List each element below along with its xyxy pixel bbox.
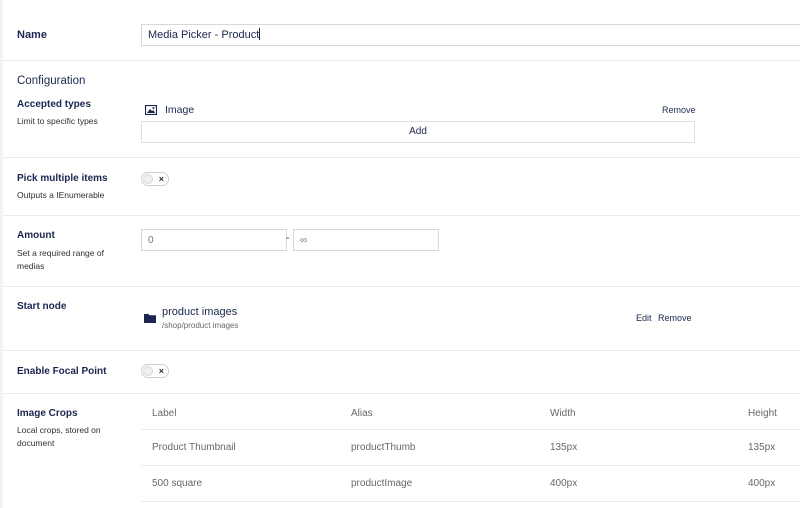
accepted-type-item: Image Remove xyxy=(141,103,701,119)
start-node-path: /shop/product images xyxy=(162,321,239,330)
pick-multiple-row: Pick multiple items Outputs a IEnumerabl… xyxy=(3,158,800,216)
column-header-width: Width xyxy=(550,408,576,419)
accepted-type-name: Image xyxy=(165,104,195,116)
close-icon: × xyxy=(158,366,164,376)
amount-description: Set a required range of medias xyxy=(17,248,104,271)
image-crops-description: Local crops, stored on document xyxy=(17,425,101,448)
folder-icon xyxy=(144,314,156,323)
focal-point-toggle[interactable]: × xyxy=(141,364,169,378)
start-node-title: product images xyxy=(162,306,238,318)
remove-accepted-type-button[interactable]: Remove xyxy=(662,105,696,115)
text-caret xyxy=(259,28,261,40)
crop-alias: productImage xyxy=(351,478,413,489)
image-crops-table: Label Alias Width Height Product Thumbna… xyxy=(141,398,800,502)
image-icon xyxy=(145,105,157,115)
image-crops-label: Image Crops xyxy=(17,408,78,419)
toggle-knob xyxy=(143,174,153,184)
focal-point-row: Enable Focal Point × xyxy=(3,351,800,394)
toggle-knob xyxy=(143,366,153,376)
crop-width: 400px xyxy=(550,478,578,489)
pick-multiple-toggle[interactable]: × xyxy=(141,172,169,186)
accepted-types-label: Accepted types xyxy=(17,99,91,110)
crop-label: 500 square xyxy=(152,478,203,489)
table-header: Label Alias Width Height xyxy=(141,398,800,430)
start-node-row: Start node product images /shop/product … xyxy=(3,287,800,351)
amount-max-input[interactable] xyxy=(293,229,439,251)
pick-multiple-description: Outputs a IEnumerable xyxy=(17,190,105,200)
amount-label: Amount xyxy=(17,230,55,241)
accepted-types-row: Configuration Accepted types Limit to sp… xyxy=(3,61,800,158)
close-icon: × xyxy=(158,174,164,184)
accepted-types-description: Limit to specific types xyxy=(17,116,98,126)
name-input-value: Media Picker - Product xyxy=(148,29,260,41)
add-accepted-type-button[interactable]: Add xyxy=(141,121,695,143)
crop-alias: productThumb xyxy=(351,442,416,453)
edit-start-node-button[interactable]: Edit xyxy=(636,313,652,323)
name-label: Name xyxy=(17,29,47,41)
name-row: Name Media Picker - Product xyxy=(3,0,800,61)
pick-multiple-label: Pick multiple items xyxy=(17,173,108,184)
name-input[interactable]: Media Picker - Product xyxy=(141,24,800,46)
amount-min-input[interactable] xyxy=(141,229,287,251)
column-header-height: Height xyxy=(748,408,777,419)
crop-width: 135px xyxy=(550,442,578,453)
table-row[interactable]: Product Thumbnail productThumb 135px 135… xyxy=(141,430,800,466)
crop-label: Product Thumbnail xyxy=(152,442,236,453)
configuration-heading: Configuration xyxy=(17,75,86,87)
table-row[interactable]: 500 square productImage 400px 400px xyxy=(141,466,800,502)
crop-height: 400px xyxy=(748,478,776,489)
start-node-label: Start node xyxy=(17,301,67,312)
focal-point-label: Enable Focal Point xyxy=(17,366,107,377)
data-type-editor: Name Media Picker - Product Configuratio… xyxy=(0,0,800,508)
column-header-alias: Alias xyxy=(351,408,373,419)
crop-height: 135px xyxy=(748,442,776,453)
amount-separator: - xyxy=(286,233,290,244)
column-header-label: Label xyxy=(152,408,177,419)
amount-row: Amount Set a required range of medias - xyxy=(3,216,800,287)
remove-start-node-button[interactable]: Remove xyxy=(658,313,692,323)
